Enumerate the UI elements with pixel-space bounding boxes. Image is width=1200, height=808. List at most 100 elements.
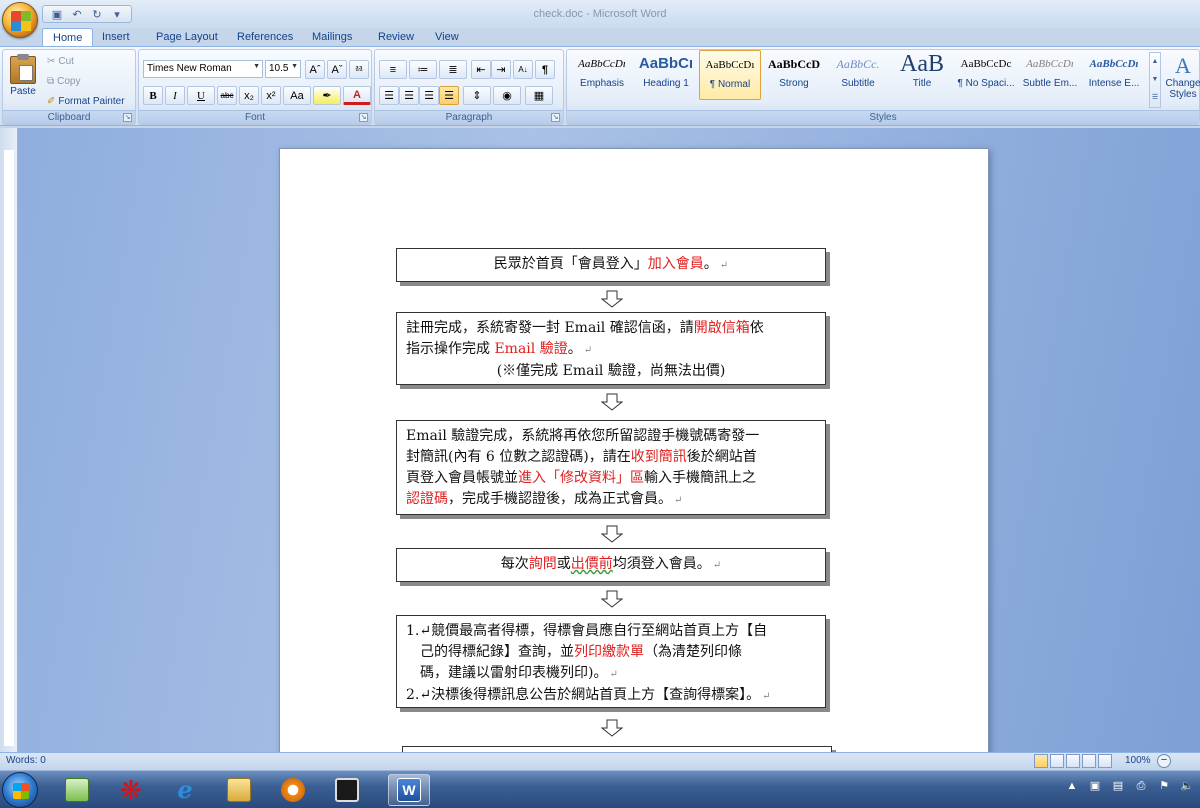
paragraph-launcher-icon[interactable]: ↘ [551,113,560,122]
taskbar-app-word[interactable]: W [388,774,430,806]
style-name: Emphasis [580,78,624,89]
underline-button[interactable]: U [187,86,215,105]
style-subtle-emphasis[interactable]: AaBbCcDı Subtle Em... [1019,50,1081,100]
clipboard-group: Paste ✂ Cut ⧉ Copy ✐ Format Painter Clipboa… [2,49,136,125]
internet-explorer-icon: e [177,775,193,804]
styles-gallery-scroll[interactable]: ▲ ▼ ☰ [1149,52,1161,108]
increase-indent-button[interactable]: ⇥ [491,60,511,79]
decrease-indent-button[interactable]: ⇤ [471,60,491,79]
shading-button[interactable]: ◉ [493,86,521,105]
style-intense-emphasis[interactable]: AaBbCcDı Intense E... [1083,50,1145,100]
tab-references[interactable]: References [227,28,303,47]
zoom-level[interactable]: 100% [1125,755,1151,766]
align-right-button[interactable]: ☰ [419,86,439,105]
format-painter-button[interactable]: ✐ Format Painter [47,96,125,107]
change-styles-icon: A [1175,53,1191,78]
taskbar-app-explorer[interactable] [218,774,260,806]
paste-button[interactable]: Paste [9,54,37,102]
document-page[interactable]: 民眾於首頁「會員登入」加入會員。 ↵ 註冊完成，系統寄發一封 Email 確認信函… [279,148,989,752]
numbering-button[interactable]: ≔ [409,60,437,79]
copy-button[interactable]: ⧉ Copy [47,76,81,87]
borders-button[interactable]: ▦ [525,86,553,105]
tab-home[interactable]: Home [42,28,94,47]
italic-button[interactable]: I [165,86,185,105]
draft-icon[interactable] [1098,754,1112,768]
styles-label: Styles [567,110,1199,124]
style-sample: AaBbCcDı [1089,58,1139,70]
box5-text: （為清楚列印條 [644,644,742,660]
box2-highlight: Email 驗證 [494,341,568,357]
format-painter-label: Format Painter [58,96,125,107]
multilevel-list-button[interactable]: ≣ [439,60,467,79]
chevron-down-icon: ▼ [253,63,260,70]
style-normal[interactable]: AaBbCcDı ¶ Normal [699,50,761,100]
highlight-button[interactable]: ✒ [313,86,341,105]
grow-font-button[interactable]: Aˆ [305,60,325,79]
change-styles-button[interactable]: A Change Styles [1165,53,1200,101]
subscript-button[interactable]: x₂ [239,86,259,105]
show-hide-button[interactable]: ¶ [535,60,555,79]
cut-button[interactable]: ✂ Cut [47,56,74,67]
box3-highlight: 進入「修改資料」區 [518,470,644,486]
show-hidden-icons-icon[interactable]: ▲ [1065,779,1079,793]
line-spacing-button[interactable]: ⇕ [463,86,491,105]
style-title[interactable]: AaB Title [891,50,953,100]
taskbar-app-window[interactable] [326,774,368,806]
bold-button[interactable]: B [143,86,163,105]
network-icon[interactable]: ▤ [1111,779,1125,793]
style-strong[interactable]: AaBbCcD Strong [763,50,825,100]
start-button[interactable] [2,772,38,808]
word-count[interactable]: Words: 0 [6,755,46,766]
tab-review[interactable]: Review [368,28,424,47]
align-center-button[interactable]: ☰ [399,86,419,105]
flag-alert-icon[interactable]: ⚑ [1157,779,1171,793]
strikethrough-button[interactable]: abc [217,86,237,105]
tab-insert[interactable]: Insert [92,28,140,47]
clear-formatting-button[interactable]: ⎂ [349,60,369,79]
tab-page-layout[interactable]: Page Layout [146,28,228,47]
box3-highlight: 認證碼 [406,491,448,507]
asterisk-app-icon: ❋ [120,775,142,805]
change-case-button[interactable]: Aa [283,86,311,105]
style-subtitle[interactable]: AaBbCc. Subtitle [827,50,889,100]
font-size-combo[interactable]: 10.5 ▼ [265,60,301,78]
style-no-spacing[interactable]: AaBbCcDc ¶ No Spaci... [955,50,1017,100]
font-launcher-icon[interactable]: ↘ [359,113,368,122]
superscript-button[interactable]: x² [261,86,281,105]
tab-view[interactable]: View [425,28,469,47]
style-sample: AaBbCcDı [578,58,626,70]
style-emphasis[interactable]: AaBbCcDı Emphasis [571,50,633,100]
print-layout-icon[interactable] [1034,754,1048,768]
flow-box-5: 1.↵競價最高者得標，得標會員應自行至網站首頁上方【自 己的得標紀錄】查詢，並列… [396,615,826,708]
tray-app-icon[interactable]: ▣ [1088,779,1102,793]
full-screen-reading-icon[interactable] [1050,754,1064,768]
font-color-button[interactable]: A [343,86,371,105]
box3-text: 封簡訊(內有 6 位數之認證碼)，請在 [406,449,631,465]
taskbar-app-ie[interactable]: e [164,774,206,806]
style-sample: AaBbCcD [767,57,820,71]
justify-button[interactable]: ☰ [439,86,459,105]
sort-button[interactable]: A↓ [513,60,533,79]
taskbar-app-media[interactable] [272,774,314,806]
taskbar-app-chart[interactable] [56,774,98,806]
styles-group: AaBbCcDı Emphasis AaBbCı Heading 1 AaBbCcD… [566,49,1200,125]
down-arrow-icon [601,525,623,543]
style-heading-1[interactable]: AaBbCı Heading 1 [635,50,697,100]
printer-icon[interactable]: ⎙ [1134,779,1148,793]
web-layout-icon[interactable] [1066,754,1080,768]
align-left-button[interactable]: ☰ [379,86,399,105]
font-name-value: Times New Roman [147,63,232,74]
office-button[interactable] [2,2,38,38]
outline-icon[interactable] [1082,754,1096,768]
bullets-button[interactable]: ≡ [379,60,407,79]
clipboard-launcher-icon[interactable]: ↘ [123,113,132,122]
font-name-combo[interactable]: Times New Roman ▼ [143,60,263,78]
zoom-out-icon[interactable]: − [1157,754,1171,768]
volume-icon[interactable]: 🔈 [1180,779,1194,793]
shrink-font-button[interactable]: Aˇ [327,60,347,79]
taskbar-app-red[interactable]: ❋ [110,774,152,806]
box5-line-2: 己的得標紀錄】查詢，並列印繳款單（為清楚列印條 [406,642,816,663]
tab-mailings[interactable]: Mailings [302,28,362,47]
box5-line-4: 2.↵決標後得標訊息公告於網站首頁上方【查詢得標案】。 ↵ [406,687,771,703]
vertical-ruler[interactable] [0,128,18,752]
